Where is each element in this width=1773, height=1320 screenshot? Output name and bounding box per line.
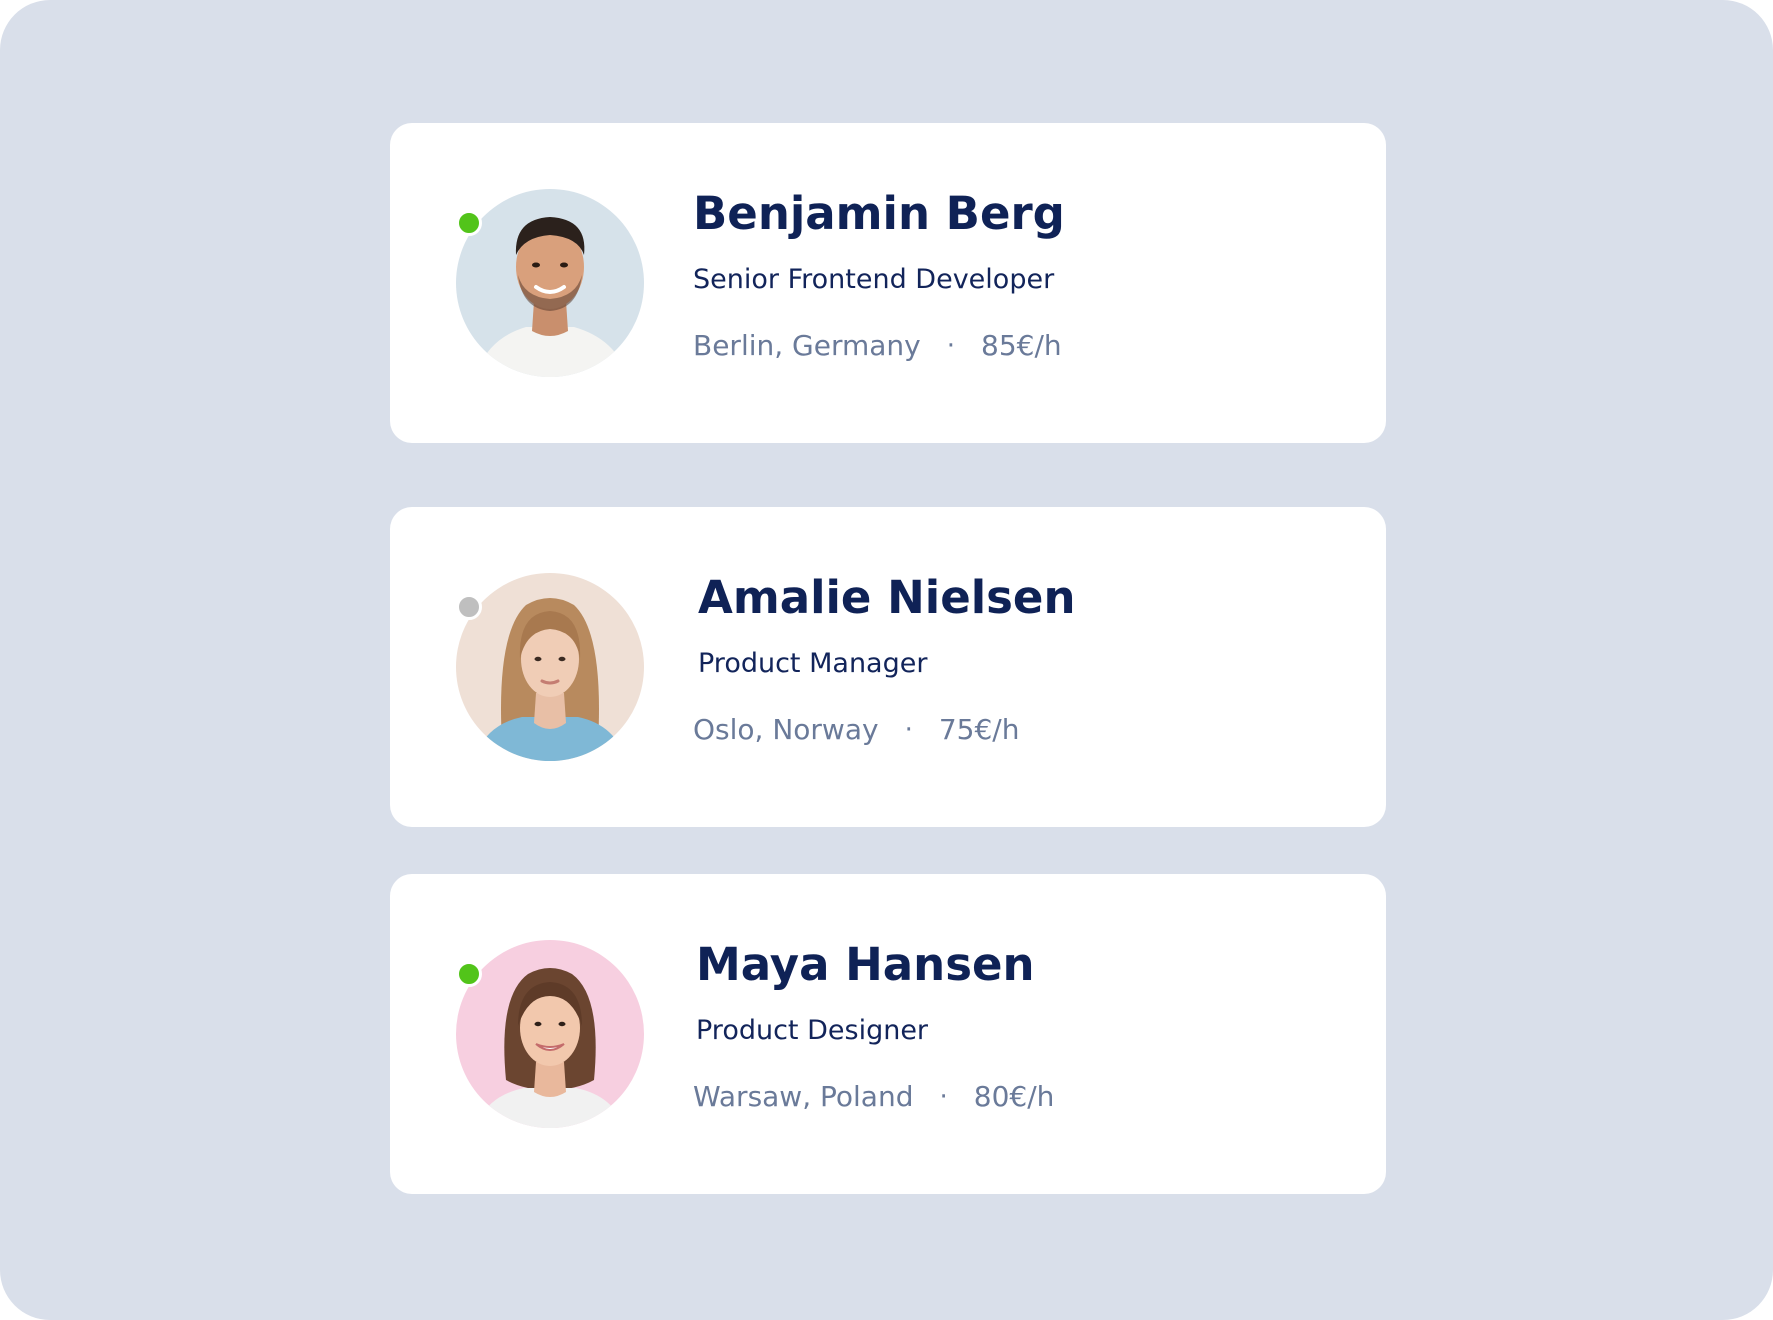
profile-location: Warsaw, Poland [693, 1080, 914, 1113]
female-portrait-icon [456, 573, 644, 761]
avatar [456, 573, 644, 761]
avatar [456, 940, 644, 1128]
profile-rate: 85€/h [981, 329, 1062, 362]
profile-location: Berlin, Germany [693, 329, 921, 362]
profile-role: Product Manager [698, 648, 928, 679]
profile-card-maya-hansen[interactable]: Maya Hansen Product Designer Warsaw, Pol… [390, 874, 1386, 1194]
online-status-dot [456, 210, 482, 236]
profile-card-benjamin-berg[interactable]: Benjamin Berg Senior Frontend Developer … [390, 123, 1386, 443]
meta-separator: · [939, 1081, 948, 1112]
profile-role: Product Designer [696, 1015, 929, 1046]
profile-name[interactable]: Benjamin Berg [693, 187, 1065, 240]
profile-location: Oslo, Norway [693, 713, 879, 746]
profile-rate: 75€/h [938, 713, 1020, 746]
profile-card-amalie-nielsen[interactable]: Amalie Nielsen Product Manager Oslo, Nor… [390, 507, 1386, 827]
online-status-dot [456, 961, 482, 987]
profile-meta: Berlin, Germany · 85€/h [693, 329, 1062, 362]
female-portrait-icon [456, 940, 644, 1128]
meta-separator: · [946, 330, 956, 361]
avatar [456, 189, 644, 377]
male-portrait-icon [456, 189, 644, 377]
profile-rate: 80€/h [973, 1080, 1055, 1113]
profile-name[interactable]: Maya Hansen [696, 938, 1035, 991]
profile-role: Senior Frontend Developer [693, 264, 1055, 295]
page-background: Benjamin Berg Senior Frontend Developer … [0, 0, 1773, 1320]
meta-separator: · [904, 714, 913, 745]
offline-status-dot [456, 594, 482, 620]
profile-meta: Warsaw, Poland · 80€/h [693, 1080, 1054, 1113]
profile-meta: Oslo, Norway · 75€/h [693, 713, 1019, 746]
profile-name[interactable]: Amalie Nielsen [698, 571, 1076, 624]
